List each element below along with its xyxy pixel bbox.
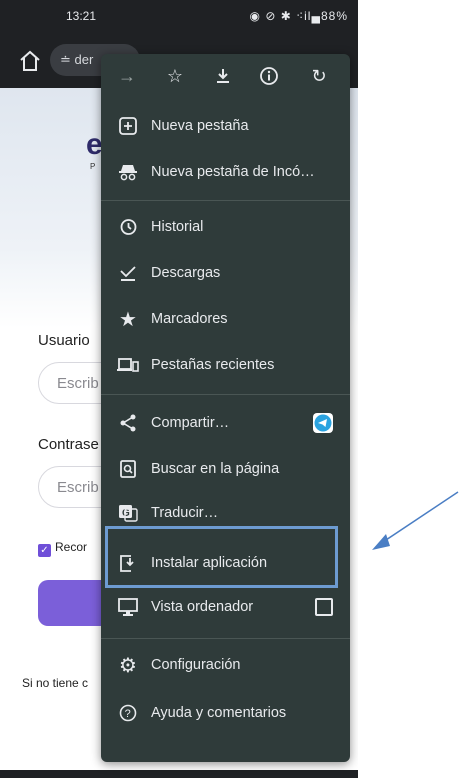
annotation-arrow-icon (372, 491, 459, 550)
